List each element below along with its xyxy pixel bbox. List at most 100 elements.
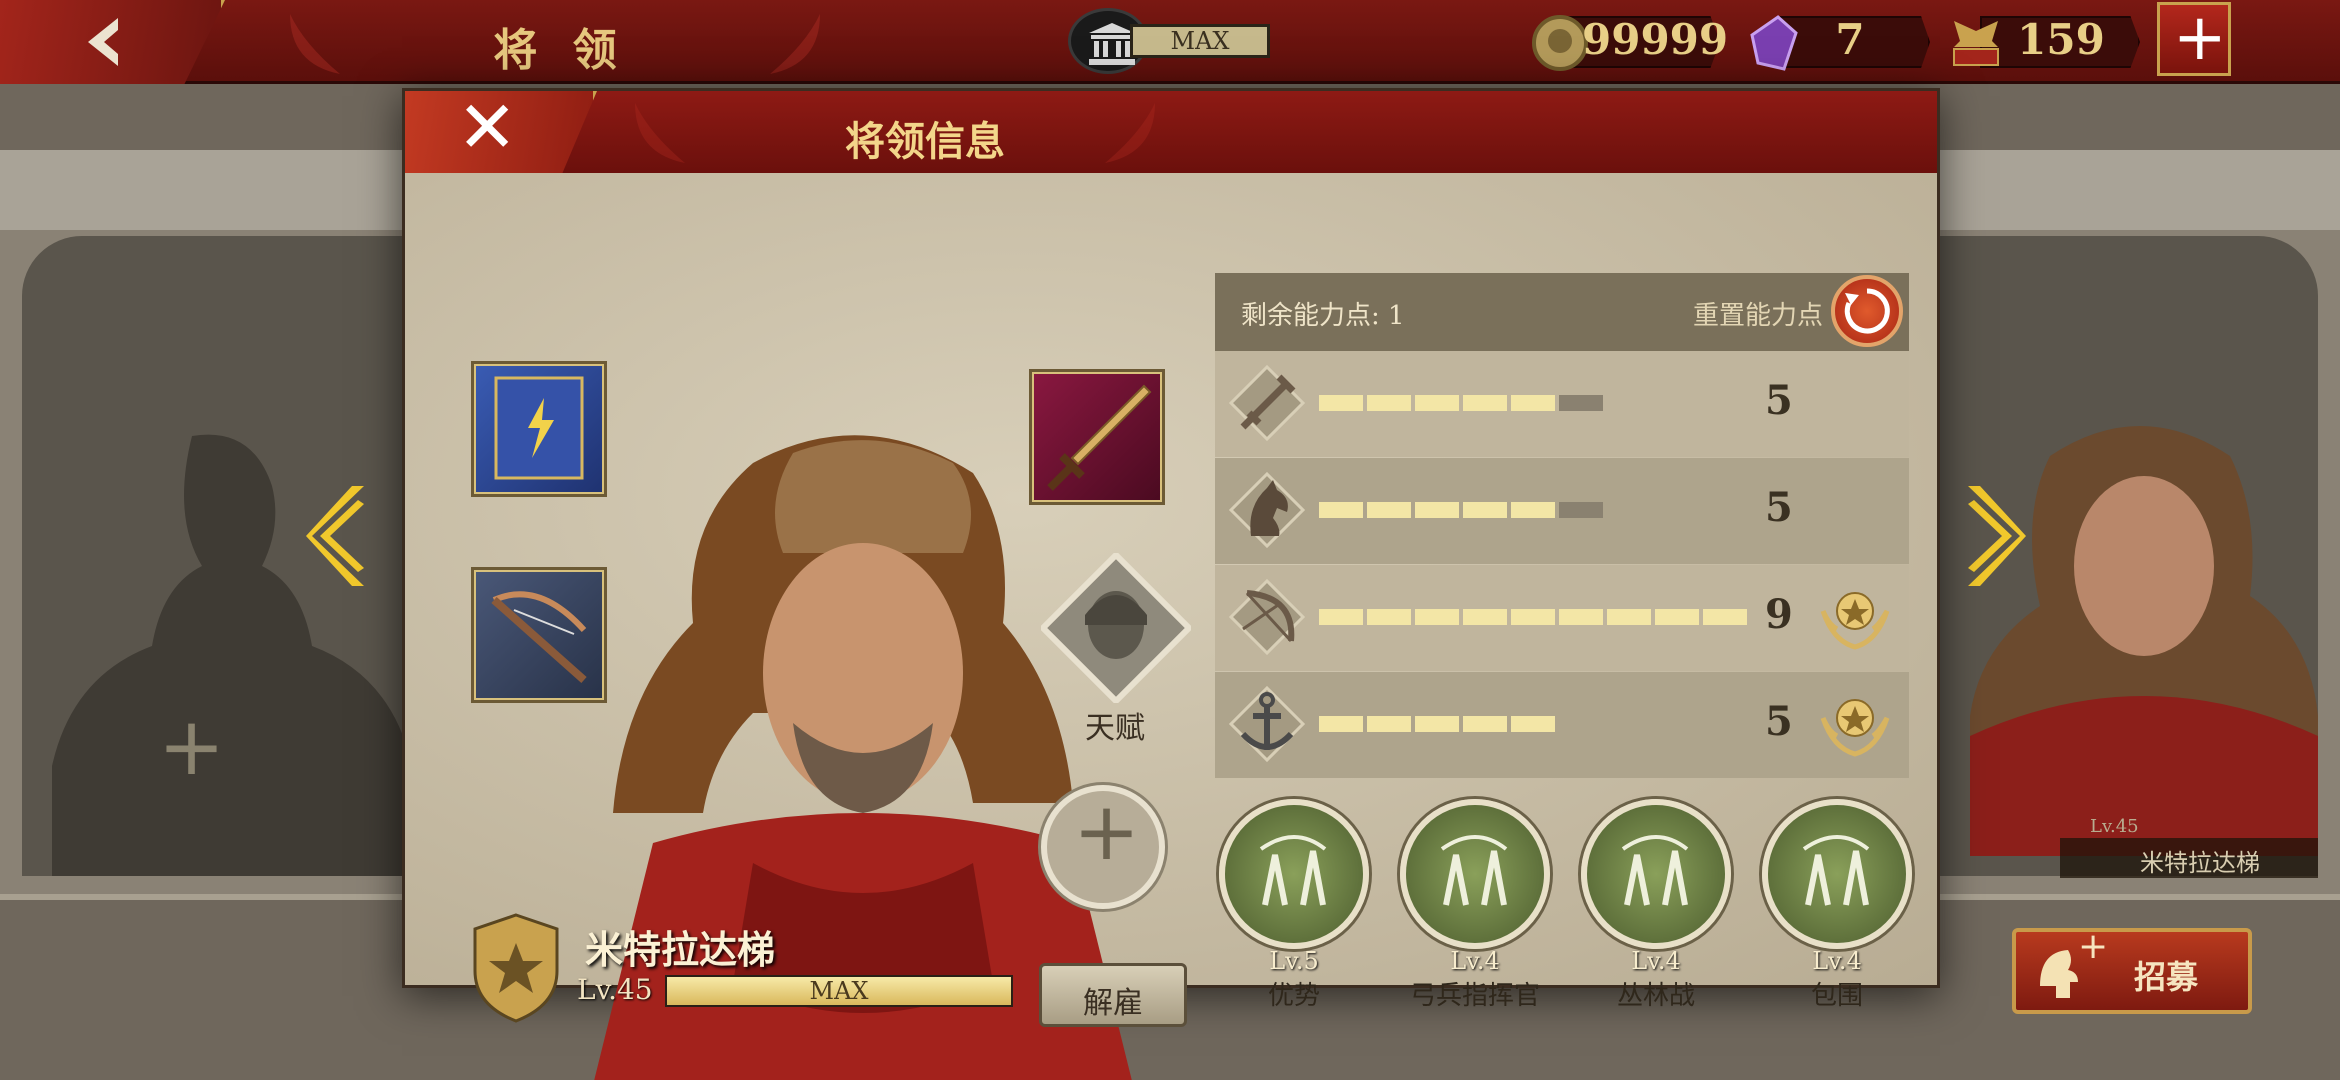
talent-icon[interactable] <box>1041 553 1191 703</box>
bow-commander-icon-art <box>1440 835 1508 906</box>
forest-icon <box>1581 799 1731 949</box>
attribute-segment <box>1415 502 1459 518</box>
headquarters-level: MAX <box>1130 24 1270 58</box>
attribute-segment <box>1367 395 1411 411</box>
attribute-segment <box>1559 502 1603 518</box>
sword-icon <box>1229 365 1305 441</box>
next-general-arrow-icon[interactable] <box>1966 486 2026 586</box>
attribute-segment <box>1415 716 1459 732</box>
attribute-row: 5 <box>1215 672 1909 778</box>
bow-commander-icon <box>1400 799 1550 949</box>
recruit-label: 招募 <box>2134 958 2199 996</box>
attribute-segment <box>1415 395 1459 411</box>
experience-bar: MAX <box>665 975 1013 1007</box>
attribute-row: 9 <box>1215 565 1909 671</box>
close-button[interactable]: ✕ <box>405 91 597 173</box>
encircle-icon <box>1762 799 1912 949</box>
attribute-segment <box>1319 716 1363 732</box>
gem-icon <box>1750 15 1798 71</box>
horse-icon <box>1229 472 1305 548</box>
back-button[interactable] <box>0 0 225 84</box>
close-icon: ✕ <box>457 85 518 169</box>
remaining-points: 剩余能力点: 1 <box>1241 301 1405 331</box>
add-equipment-slot[interactable]: + <box>1041 785 1165 909</box>
general-info-dialog: ✕ 将领信息 天赋 + 米特拉达梯 Lv.45 MAX 解雇 剩余能力点: 1 … <box>402 88 1940 1080</box>
laurel-icon <box>635 103 685 163</box>
silhouette-icon <box>52 434 412 876</box>
star-medal-icon <box>1820 699 1890 757</box>
attribute-segment <box>1367 502 1411 518</box>
temple-icon <box>1089 23 1135 65</box>
attribute-segment <box>1511 502 1555 518</box>
coin-icon <box>1532 15 1588 71</box>
skill-name: 弓兵指挥官 <box>1409 981 1540 1011</box>
gem-amount: 7 <box>1835 15 1865 64</box>
attribute-segment <box>1319 395 1363 411</box>
archers-icon-art <box>1259 835 1327 906</box>
reset-points-button[interactable] <box>1831 275 1903 347</box>
attribute-value: 5 <box>1765 377 1793 424</box>
forest-icon-art <box>1621 835 1689 906</box>
experience-label: MAX <box>809 977 869 1005</box>
helmet-icon <box>2040 950 2078 998</box>
attribute-segment <box>1511 609 1555 625</box>
attribute-segment <box>1463 609 1507 625</box>
token-amount: 159 <box>2017 15 2105 64</box>
star-medal-icon <box>1820 592 1890 650</box>
attribute-segment <box>1367 716 1411 732</box>
empty-general-slot[interactable] <box>22 236 442 876</box>
recruit-button[interactable]: + 招募 <box>2012 926 2252 1014</box>
attribute-segment <box>1559 609 1603 625</box>
top-bar: 将 领 MAX 99999 7 159 + <box>0 0 2340 84</box>
skill-level: Lv.4 <box>1631 947 1681 975</box>
page-title: 将 领 <box>493 25 627 76</box>
attribute-segment <box>1559 395 1603 411</box>
laurel-icon <box>290 14 340 74</box>
attribute-value: 5 <box>1765 484 1793 531</box>
attribute-segment <box>1463 395 1507 411</box>
skill-name: 丛林战 <box>1616 981 1695 1011</box>
attribute-segment <box>1511 716 1555 732</box>
attribute-segment <box>1655 609 1699 625</box>
recruit-plus-icon: + <box>2078 926 2109 967</box>
skill-name: 优势 <box>1267 981 1320 1011</box>
spqr-eagle-icon <box>1953 21 1999 66</box>
skill-level: Lv.5 <box>1269 947 1319 975</box>
attribute-segment <box>1703 609 1747 625</box>
attribute-segment <box>1607 609 1651 625</box>
right-general-name: 米特拉达梯 <box>2140 849 2260 877</box>
attribute-row: 5 <box>1215 351 1909 457</box>
attribute-value: 9 <box>1765 591 1793 638</box>
skill-item[interactable]: Lv.5 优势 <box>1219 799 1369 1011</box>
attribute-segment <box>1511 395 1555 411</box>
skill-name: 包围 <box>1810 981 1863 1011</box>
general-level: Lv.45 <box>577 973 653 1006</box>
attribute-segment <box>1319 502 1363 518</box>
plus-icon: + <box>2173 1 2227 75</box>
dismiss-button[interactable]: 解雇 <box>1039 963 1187 1027</box>
general-name: 米特拉达梯 <box>585 927 776 972</box>
reset-points-label: 重置能力点 <box>1693 301 1824 331</box>
dialog-body: 天赋 + 米特拉达梯 Lv.45 MAX 解雇 剩余能力点: 1 重置能力点 5… <box>405 173 1937 1080</box>
skill-item[interactable]: Lv.4 弓兵指挥官 <box>1400 799 1550 1011</box>
skill-level: Lv.4 <box>1812 947 1862 975</box>
back-arrow-icon <box>88 18 118 66</box>
archers-icon <box>1219 799 1369 949</box>
skill-item[interactable]: Lv.4 包围 <box>1762 799 1912 1011</box>
laurel-icon <box>1105 103 1155 163</box>
rank-shield-icon <box>473 913 559 1023</box>
encircle-icon-art <box>1802 835 1870 906</box>
attribute-value: 5 <box>1765 698 1793 745</box>
dismiss-label: 解雇 <box>1083 986 1143 1021</box>
dialog-title: 将领信息 <box>845 118 1005 165</box>
attribute-segment <box>1463 716 1507 732</box>
previous-general-arrow-icon[interactable] <box>306 486 366 586</box>
attribute-segment <box>1415 609 1459 625</box>
add-resource-button[interactable]: + <box>2157 1 2231 76</box>
bow-icon <box>1229 579 1305 655</box>
attribute-segment <box>1319 609 1363 625</box>
skill-item[interactable]: Lv.4 丛林战 <box>1581 799 1731 1011</box>
laurel-icon <box>770 14 820 74</box>
attribute-row: 5 <box>1215 458 1909 564</box>
add-general-icon: + <box>158 700 226 793</box>
